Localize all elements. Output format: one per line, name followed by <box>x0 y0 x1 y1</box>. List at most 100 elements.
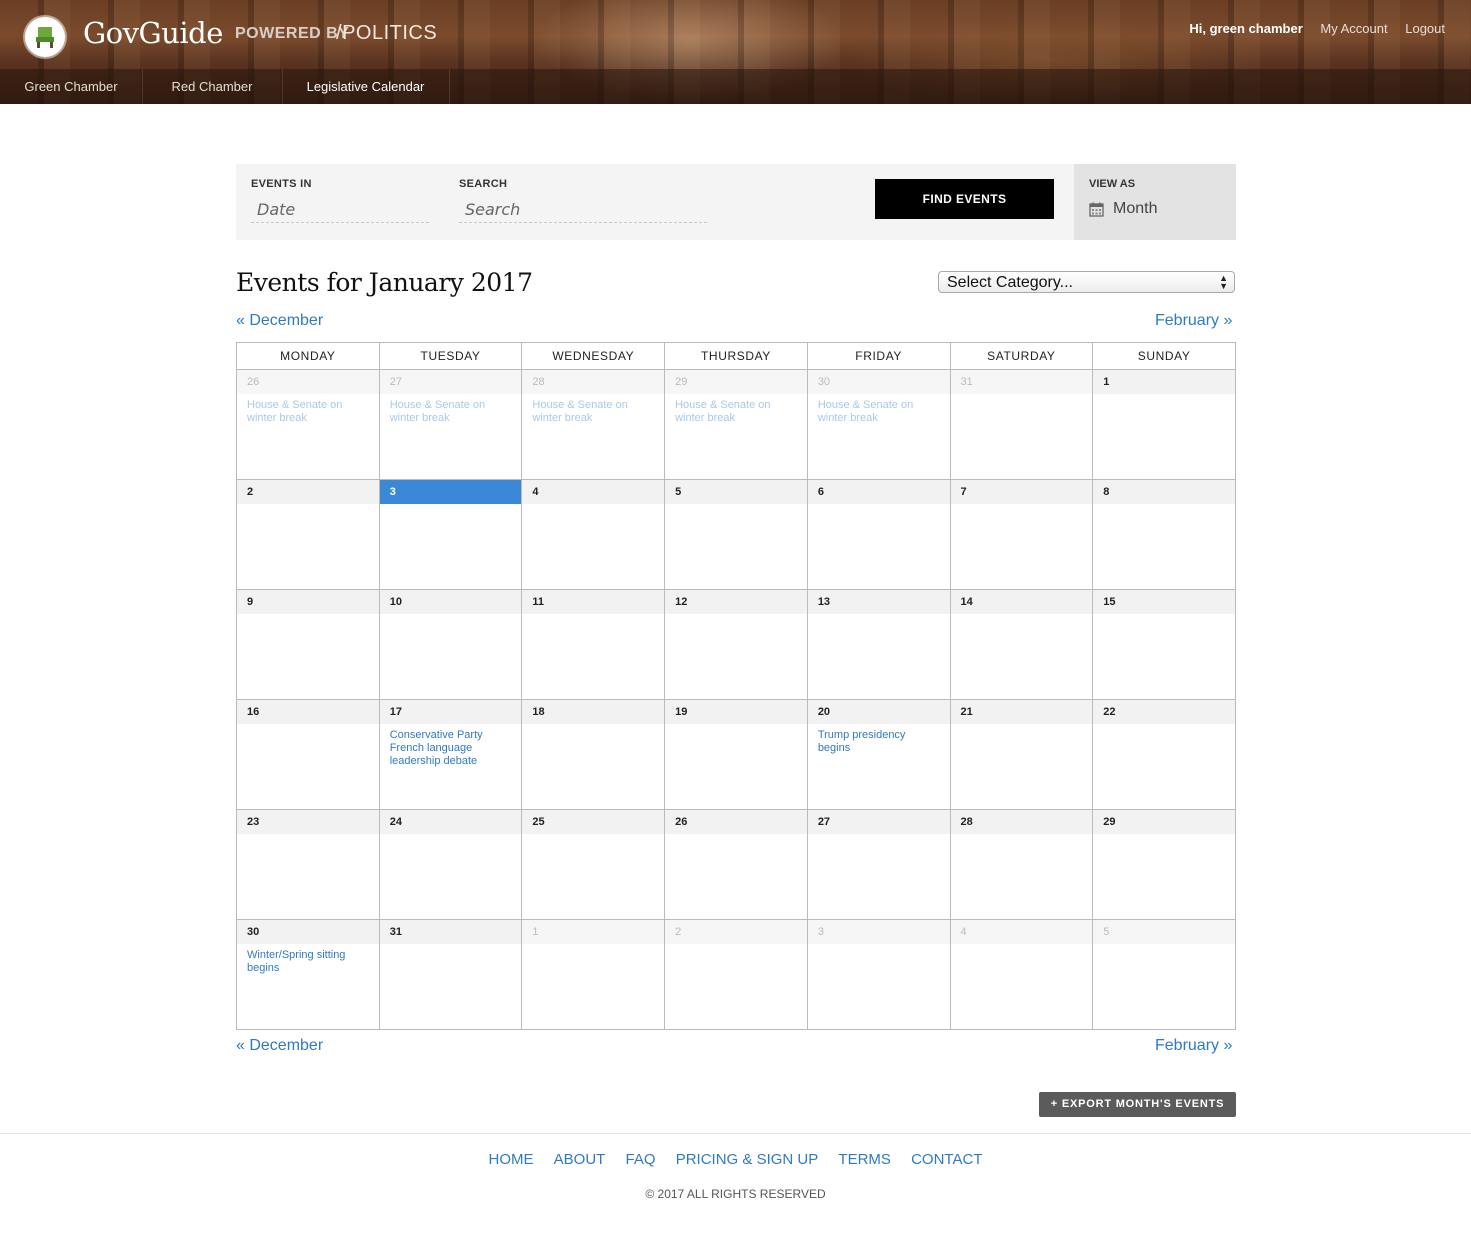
prev-month-link-top[interactable]: « December <box>236 312 323 330</box>
calendar-day-cell[interactable]: 26 <box>664 809 808 920</box>
footer-link-terms[interactable]: TERMS <box>838 1151 891 1168</box>
logo-chair-icon[interactable] <box>25 17 65 57</box>
calendar-day-number[interactable]: 4 <box>950 920 1093 944</box>
calendar-day-cell[interactable]: 2 <box>664 919 808 1030</box>
calendar-day-cell[interactable]: 13 <box>806 589 951 700</box>
calendar-day-cell[interactable]: 30 Winter/Spring sitting begins <box>236 919 380 1030</box>
prev-month-link-bottom[interactable]: « December <box>236 1037 323 1055</box>
view-as-selector[interactable]: VIEW AS Month <box>1074 164 1236 240</box>
calendar-day-number[interactable]: 5 <box>665 480 807 504</box>
calendar-day-number[interactable]: 31 <box>950 370 1093 394</box>
calendar-event-link[interactable]: House & Senate on winter break <box>380 394 522 425</box>
nav-legislative-calendar[interactable]: Legislative Calendar <box>282 69 450 104</box>
calendar-day-cell[interactable]: 17 Conservative Party French language lea… <box>378 699 523 810</box>
nav-green-chamber[interactable]: Green Chamber <box>0 69 143 104</box>
calendar-day-number[interactable]: 1 <box>1093 370 1235 394</box>
calendar-day-number[interactable]: 27 <box>379 370 522 394</box>
nav-red-chamber[interactable]: Red Chamber <box>142 69 283 104</box>
calendar-day-number[interactable]: 31 <box>379 920 522 944</box>
calendar-day-cell[interactable]: 27 <box>806 809 951 920</box>
calendar-event-link[interactable]: Conservative Party French language leade… <box>380 724 522 768</box>
calendar-day-number[interactable]: 11 <box>522 590 665 614</box>
calendar-day-cell[interactable]: 8 <box>1092 479 1236 590</box>
calendar-day-number[interactable]: 13 <box>807 590 950 614</box>
calendar-day-cell[interactable]: 3 <box>806 919 951 1030</box>
calendar-day-number[interactable]: 6 <box>807 480 950 504</box>
logout-link[interactable]: Logout <box>1405 21 1445 36</box>
calendar-day-cell[interactable]: 21 <box>949 699 1094 810</box>
calendar-day-number[interactable]: 23 <box>237 810 379 834</box>
calendar-day-cell[interactable]: 1 <box>521 919 666 1030</box>
calendar-day-number[interactable]: 7 <box>950 480 1093 504</box>
calendar-day-number[interactable]: 26 <box>665 810 807 834</box>
calendar-event-link[interactable]: Trump presidency begins <box>808 724 950 755</box>
export-events-button[interactable]: + EXPORT MONTH'S EVENTS <box>1039 1092 1236 1117</box>
calendar-day-cell[interactable]: 30 House & Senate on winter break <box>806 369 951 480</box>
calendar-day-number[interactable]: 20 <box>807 700 950 724</box>
category-select[interactable]: Select Category... ▲ ▼ <box>938 271 1235 293</box>
calendar-day-cell[interactable]: 12 <box>664 589 808 700</box>
calendar-event-link[interactable]: House & Senate on winter break <box>237 394 379 425</box>
calendar-day-cell[interactable]: 19 <box>664 699 808 810</box>
calendar-event-link[interactable]: House & Senate on winter break <box>665 394 807 425</box>
footer-link-pricing[interactable]: PRICING & SIGN UP <box>676 1151 819 1168</box>
calendar-day-number[interactable]: 3 <box>807 920 950 944</box>
calendar-day-cell[interactable]: 1 <box>1092 369 1236 480</box>
calendar-event-link[interactable]: House & Senate on winter break <box>522 394 664 425</box>
brand-name[interactable]: GovGuide <box>83 16 223 50</box>
calendar-day-number[interactable]: 15 <box>1093 590 1235 614</box>
calendar-day-number[interactable]: 30 <box>807 370 950 394</box>
date-input[interactable] <box>251 197 429 223</box>
calendar-day-cell[interactable]: 23 <box>236 809 380 920</box>
calendar-day-cell[interactable]: 25 <box>521 809 666 920</box>
calendar-day-cell[interactable]: 15 <box>1092 589 1236 700</box>
calendar-day-number[interactable]: 1 <box>522 920 665 944</box>
calendar-day-number[interactable]: 4 <box>522 480 665 504</box>
my-account-link[interactable]: My Account <box>1320 21 1387 36</box>
calendar-event-link[interactable]: House & Senate on winter break <box>808 394 950 425</box>
calendar-day-cell[interactable]: 4 <box>949 919 1094 1030</box>
footer-link-faq[interactable]: FAQ <box>626 1151 656 1168</box>
calendar-day-cell[interactable]: 28 House & Senate on winter break <box>521 369 666 480</box>
calendar-day-number[interactable]: 10 <box>379 590 522 614</box>
calendar-day-number[interactable]: 2 <box>665 920 807 944</box>
next-month-link-top[interactable]: February » <box>1155 312 1232 330</box>
footer-link-about[interactable]: ABOUT <box>554 1151 606 1168</box>
calendar-day-number-today[interactable]: 3 <box>379 480 522 504</box>
calendar-day-cell[interactable]: 4 <box>521 479 666 590</box>
calendar-day-number[interactable]: 22 <box>1093 700 1235 724</box>
calendar-day-number[interactable]: 30 <box>237 920 379 944</box>
calendar-day-number[interactable]: 28 <box>950 810 1093 834</box>
calendar-day-number[interactable]: 2 <box>237 480 379 504</box>
footer-link-contact[interactable]: CONTACT <box>911 1151 982 1168</box>
calendar-day-number[interactable]: 14 <box>950 590 1093 614</box>
calendar-day-cell[interactable]: 5 <box>664 479 808 590</box>
calendar-day-number[interactable]: 19 <box>665 700 807 724</box>
calendar-day-cell[interactable]: 27 House & Senate on winter break <box>378 369 523 480</box>
calendar-event-link[interactable]: Winter/Spring sitting begins <box>237 944 379 975</box>
calendar-day-number[interactable]: 28 <box>522 370 665 394</box>
calendar-day-cell[interactable]: 10 <box>378 589 523 700</box>
calendar-day-cell[interactable]: 16 <box>236 699 380 810</box>
calendar-day-number[interactable]: 9 <box>237 590 379 614</box>
calendar-day-cell[interactable]: 14 <box>949 589 1094 700</box>
calendar-day-cell[interactable]: 2 <box>236 479 380 590</box>
calendar-day-cell[interactable]: 20 Trump presidency begins <box>806 699 951 810</box>
calendar-day-number[interactable]: 18 <box>522 700 665 724</box>
footer-link-home[interactable]: HOME <box>489 1151 534 1168</box>
calendar-day-number[interactable]: 5 <box>1093 920 1235 944</box>
calendar-day-cell[interactable]: 31 <box>378 919 523 1030</box>
calendar-day-cell[interactable]: 9 <box>236 589 380 700</box>
calendar-day-number[interactable]: 17 <box>379 700 522 724</box>
calendar-day-cell[interactable]: 31 <box>949 369 1094 480</box>
calendar-day-number[interactable]: 24 <box>379 810 522 834</box>
calendar-day-number[interactable]: 25 <box>522 810 665 834</box>
calendar-day-cell[interactable]: 24 <box>378 809 523 920</box>
calendar-day-cell[interactable]: 7 <box>949 479 1094 590</box>
calendar-day-cell[interactable]: 29 House & Senate on winter break <box>664 369 808 480</box>
calendar-day-cell[interactable]: 29 <box>1092 809 1236 920</box>
calendar-day-number[interactable]: 8 <box>1093 480 1235 504</box>
search-input[interactable] <box>459 197 707 223</box>
calendar-day-cell[interactable]: 11 <box>521 589 666 700</box>
calendar-day-cell[interactable]: 26 House & Senate on winter break <box>236 369 380 480</box>
